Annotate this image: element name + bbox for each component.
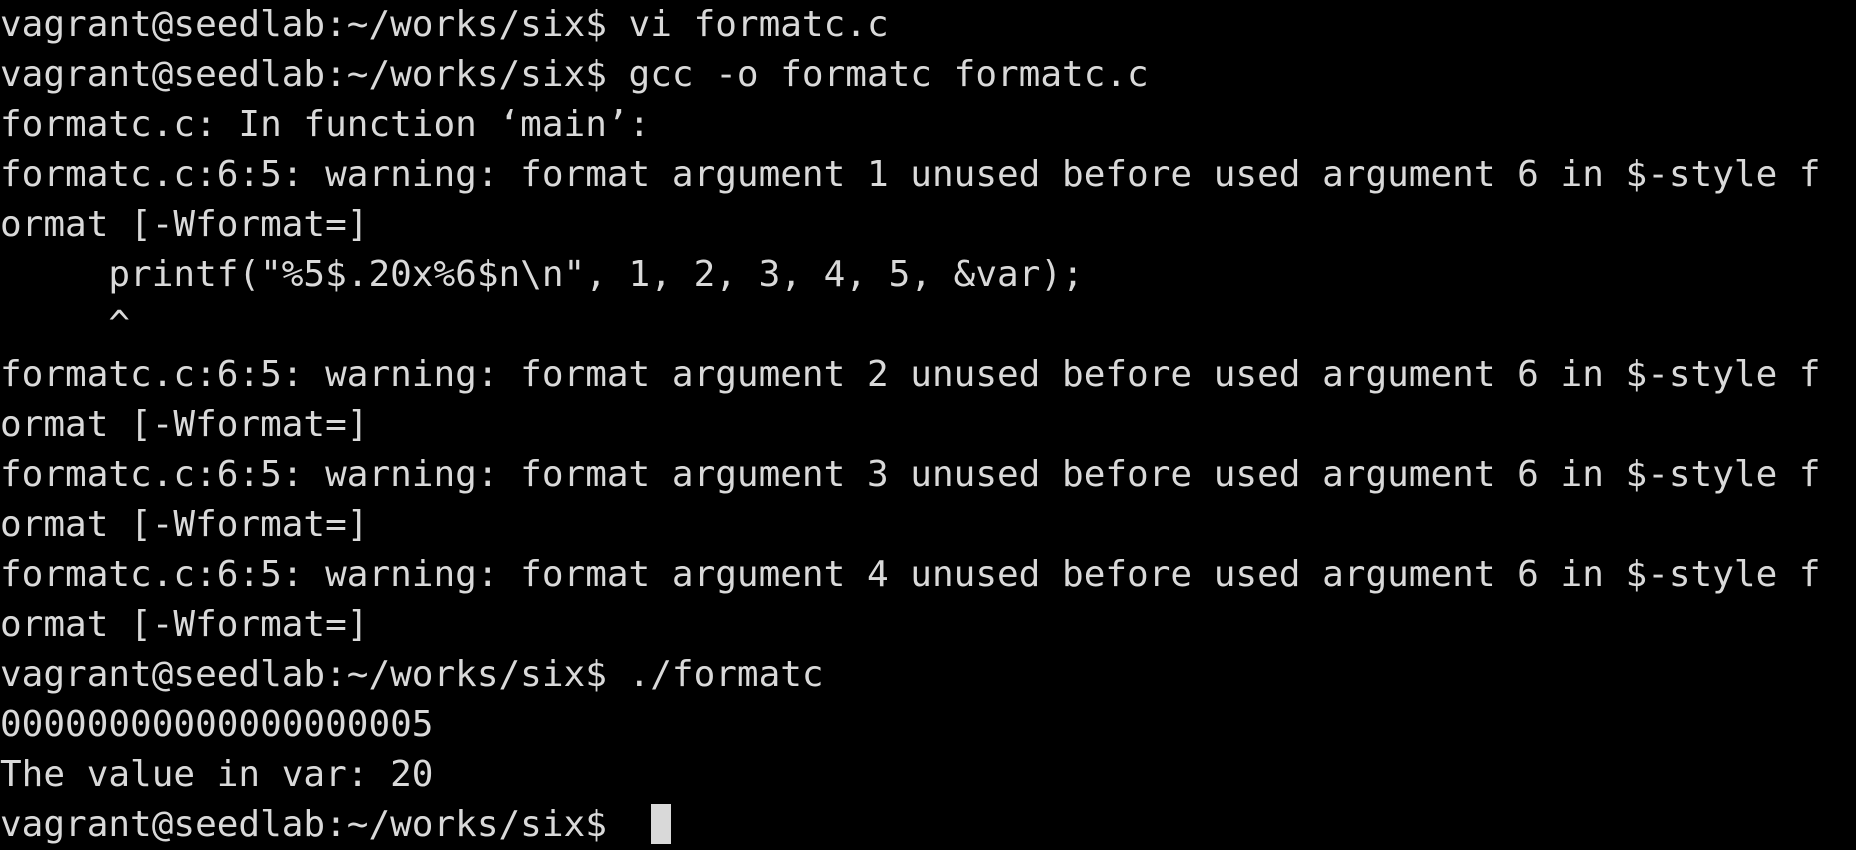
terminal-prompt-line[interactable]: vagrant@seedlab:~/works/six$ bbox=[0, 800, 1856, 850]
terminal-line: formatc.c: In function ‘main’: bbox=[0, 104, 651, 145]
terminal-line: ormat [-Wformat=] bbox=[0, 204, 369, 245]
terminal-line: ^ bbox=[0, 304, 131, 345]
text-cursor bbox=[650, 804, 671, 844]
terminal-line: ormat [-Wformat=] bbox=[0, 504, 369, 545]
terminal-line: ormat [-Wformat=] bbox=[0, 404, 369, 445]
terminal-line: 00000000000000000005 bbox=[0, 704, 434, 745]
terminal-line: printf("%5$.20x%6$n\n", 1, 2, 3, 4, 5, &… bbox=[0, 254, 1084, 295]
terminal-line: vagrant@seedlab:~/works/six$ gcc -o form… bbox=[0, 54, 1149, 95]
terminal-line: formatc.c:6:5: warning: format argument … bbox=[0, 154, 1821, 195]
terminal-line: The value in var: 20 bbox=[0, 754, 434, 795]
terminal-line: vagrant@seedlab:~/works/six$ ./formatc bbox=[0, 654, 824, 695]
terminal-window[interactable]: vagrant@seedlab:~/works/six$ vi formatc.… bbox=[0, 0, 1856, 850]
shell-prompt: vagrant@seedlab:~/works/six$ bbox=[0, 804, 629, 845]
terminal-line: ormat [-Wformat=] bbox=[0, 604, 369, 645]
terminal-line: formatc.c:6:5: warning: format argument … bbox=[0, 454, 1821, 495]
terminal-line: vagrant@seedlab:~/works/six$ vi formatc.… bbox=[0, 4, 889, 45]
terminal-line: formatc.c:6:5: warning: format argument … bbox=[0, 554, 1821, 595]
terminal-line: formatc.c:6:5: warning: format argument … bbox=[0, 354, 1821, 395]
